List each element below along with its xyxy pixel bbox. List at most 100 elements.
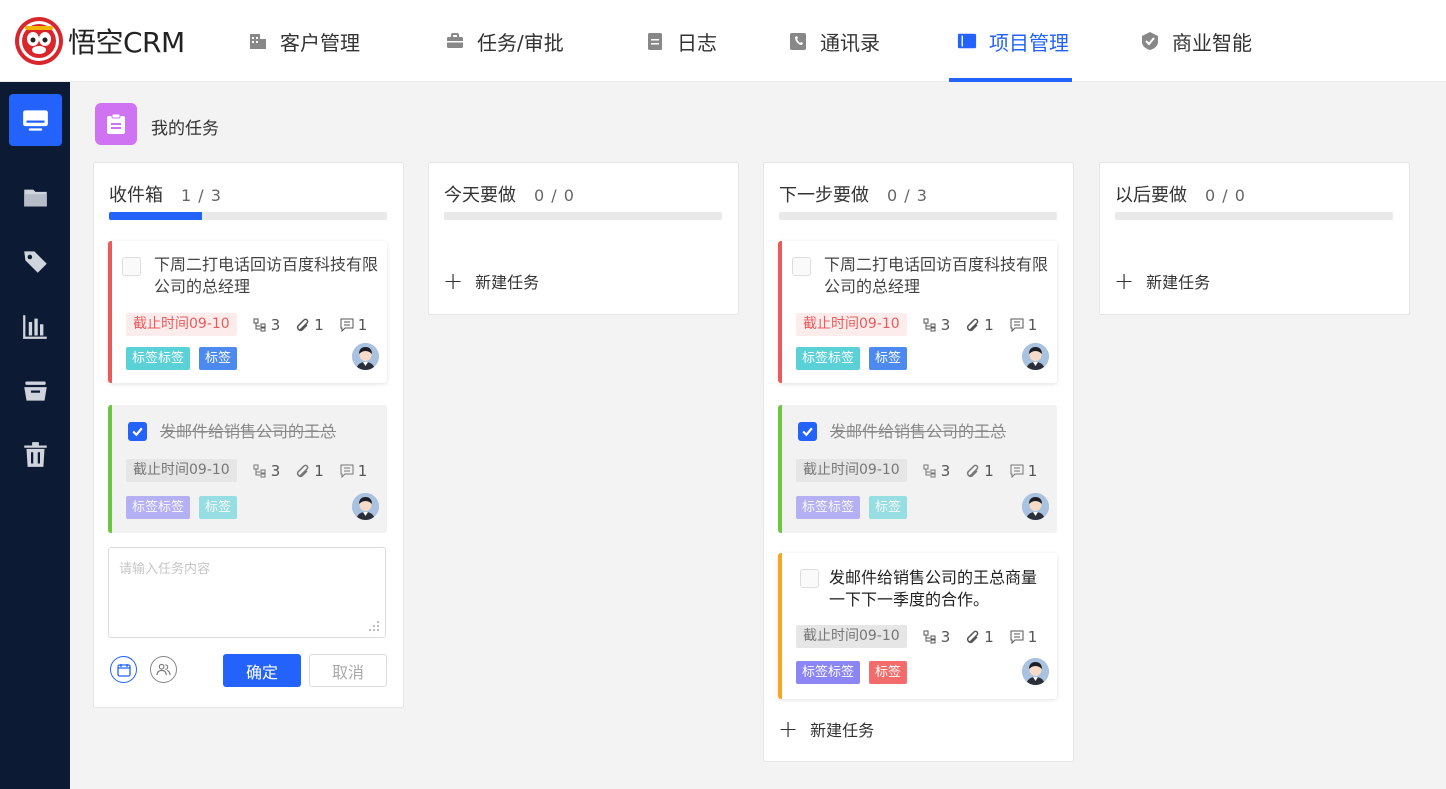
tag[interactable]: 标签标签: [796, 496, 861, 519]
task-checkbox[interactable]: [800, 569, 819, 588]
task-title: 下周二打电话回访百度科技有限公司的总经理: [154, 255, 379, 296]
deadline-badge: 截止时间09-10: [126, 313, 237, 336]
tag[interactable]: 标签: [869, 347, 908, 370]
set-date-button[interactable]: [110, 656, 137, 683]
archive-icon: [24, 381, 47, 401]
logo[interactable]: 悟空CRM: [14, 14, 185, 68]
subtask-count-value: 3: [940, 461, 951, 480]
left-sidebar: [0, 82, 70, 789]
assignee-avatar[interactable]: [352, 493, 379, 520]
task-checkbox[interactable]: [792, 257, 811, 276]
task-meta: 截止时间09-10 3 1 1: [126, 313, 367, 336]
subtask-icon: [253, 464, 266, 477]
comment-count-value: 1: [357, 315, 368, 334]
column-progress-bar: [109, 212, 387, 220]
nav-label: 任务/审批: [477, 30, 564, 55]
assign-members-button[interactable]: [150, 656, 177, 683]
tag[interactable]: 标签标签: [796, 661, 861, 684]
new-task-button[interactable]: + 新建任务: [778, 717, 874, 741]
task-checkbox[interactable]: [128, 422, 147, 441]
subtask-icon: [923, 318, 936, 331]
task-card[interactable]: 发邮件给销售公司的王总 截止时间09-10 3 1 1 标签标签 标签: [108, 405, 387, 533]
sidebar-item-tags[interactable]: [9, 235, 62, 287]
task-title: 下周二打电话回访百度科技有限公司的总经理: [824, 255, 1049, 296]
new-task-button[interactable]: + 新建任务: [1114, 269, 1210, 293]
confirm-button[interactable]: 确定: [223, 654, 301, 687]
column-header: 收件箱 1 / 3: [109, 181, 222, 207]
sidebar-item-trash[interactable]: [9, 428, 62, 480]
task-card[interactable]: 下周二打电话回访百度科技有限公司的总经理 截止时间09-10 3 1 1 标签标…: [108, 241, 387, 383]
nav-item-log[interactable]: 日志: [645, 0, 717, 82]
sidebar-item-archive[interactable]: [9, 364, 62, 416]
column-progress-bar: [779, 212, 1057, 220]
tag[interactable]: 标签: [199, 496, 238, 519]
new-task-button[interactable]: + 新建任务: [443, 269, 539, 293]
sidebar-item-statistics[interactable]: [9, 300, 62, 352]
tag[interactable]: 标签: [869, 496, 908, 519]
task-meta: 截止时间09-10 3 1 1: [796, 459, 1037, 482]
person-avatar-icon: [1022, 658, 1049, 685]
assignee-avatar[interactable]: [1022, 658, 1049, 685]
nav-item-business-intelligence[interactable]: 商业智能: [1140, 0, 1252, 82]
sidebar-item-projects[interactable]: [9, 171, 62, 223]
tag[interactable]: 标签标签: [126, 496, 191, 519]
column-next-step: 下一步要做 0 / 3 下周二打电话回访百度科技有限公司的总经理 截止时间09-1…: [763, 162, 1074, 762]
tag[interactable]: 标签: [199, 347, 238, 370]
cancel-button[interactable]: 取消: [309, 654, 387, 687]
new-task-editor: [108, 547, 386, 638]
nav-item-contacts[interactable]: 通讯录: [788, 0, 880, 82]
task-checkbox[interactable]: [798, 422, 817, 441]
attachment-count: 1: [966, 628, 994, 646]
tag[interactable]: 标签标签: [126, 347, 191, 370]
task-checkbox[interactable]: [122, 257, 141, 276]
comment-icon: [1010, 318, 1024, 332]
column-header: 以后要做 0 / 0: [1115, 181, 1246, 207]
column-count: 0 / 0: [534, 186, 575, 205]
tag[interactable]: 标签: [869, 661, 908, 684]
assignee-avatar[interactable]: [1022, 493, 1049, 520]
task-meta: 截止时间09-10 3 1 1: [796, 625, 1037, 648]
nav-item-projects[interactable]: 项目管理: [957, 0, 1069, 82]
attachment-count-value: 1: [984, 627, 994, 646]
nav-label: 通讯录: [820, 30, 880, 55]
task-card[interactable]: 发邮件给销售公司的王总 截止时间09-10 3 1 1 标签标签 标签: [778, 405, 1057, 533]
new-task-label: 新建任务: [475, 273, 540, 292]
assignee-avatar[interactable]: [1022, 343, 1049, 370]
task-title: 发邮件给销售公司的王总: [830, 422, 1007, 441]
subtask-count: 3: [253, 315, 281, 334]
tag[interactable]: 标签标签: [796, 347, 861, 370]
sidebar-item-my-tasks[interactable]: [9, 94, 62, 146]
tag-icon: [24, 250, 47, 273]
nav-item-customers[interactable]: 客户管理: [248, 0, 360, 82]
priority-bar: [778, 553, 782, 699]
task-tags: 标签标签 标签: [126, 347, 246, 370]
attachment-count: 1: [966, 462, 994, 480]
kanban-icon: [957, 31, 977, 51]
task-card[interactable]: 发邮件给销售公司的王总商量一下下一季度的合作。 截止时间09-10 3 1 1 …: [778, 553, 1057, 699]
subtask-icon: [253, 318, 266, 331]
members-icon: [156, 663, 171, 676]
task-card[interactable]: 下周二打电话回访百度科技有限公司的总经理 截止时间09-10 3 1 1 标签标…: [778, 241, 1057, 383]
column-later: 以后要做 0 / 0 + 新建任务: [1099, 162, 1410, 315]
subtask-count-value: 3: [270, 315, 281, 334]
nav-item-tasks-approval[interactable]: 任务/审批: [445, 0, 564, 82]
paperclip-icon: [297, 464, 309, 477]
logo-text: 悟空CRM: [68, 26, 185, 59]
assignee-avatar[interactable]: [352, 343, 379, 370]
top-navigation-bar: 悟空CRM 客户管理 任务/审批 日志 通讯录 项目管理 商业智能: [0, 0, 1446, 82]
phone-book-icon: [788, 31, 808, 51]
subtask-count: 3: [253, 462, 280, 480]
nav-label: 项目管理: [989, 30, 1069, 55]
trash-icon: [24, 441, 47, 467]
task-title: 发邮件给销售公司的王总: [160, 422, 337, 441]
attachment-count-value: 1: [984, 315, 994, 334]
comment-count: 1: [1010, 316, 1037, 334]
priority-bar: [778, 405, 782, 533]
progress-fill: [109, 212, 202, 220]
comment-icon: [340, 318, 354, 332]
column-title: 下一步要做: [779, 185, 869, 206]
task-content-input[interactable]: [109, 548, 385, 637]
subtask-count: 3: [923, 628, 950, 646]
resize-grip-icon[interactable]: [368, 620, 380, 632]
paperclip-icon: [297, 318, 309, 331]
